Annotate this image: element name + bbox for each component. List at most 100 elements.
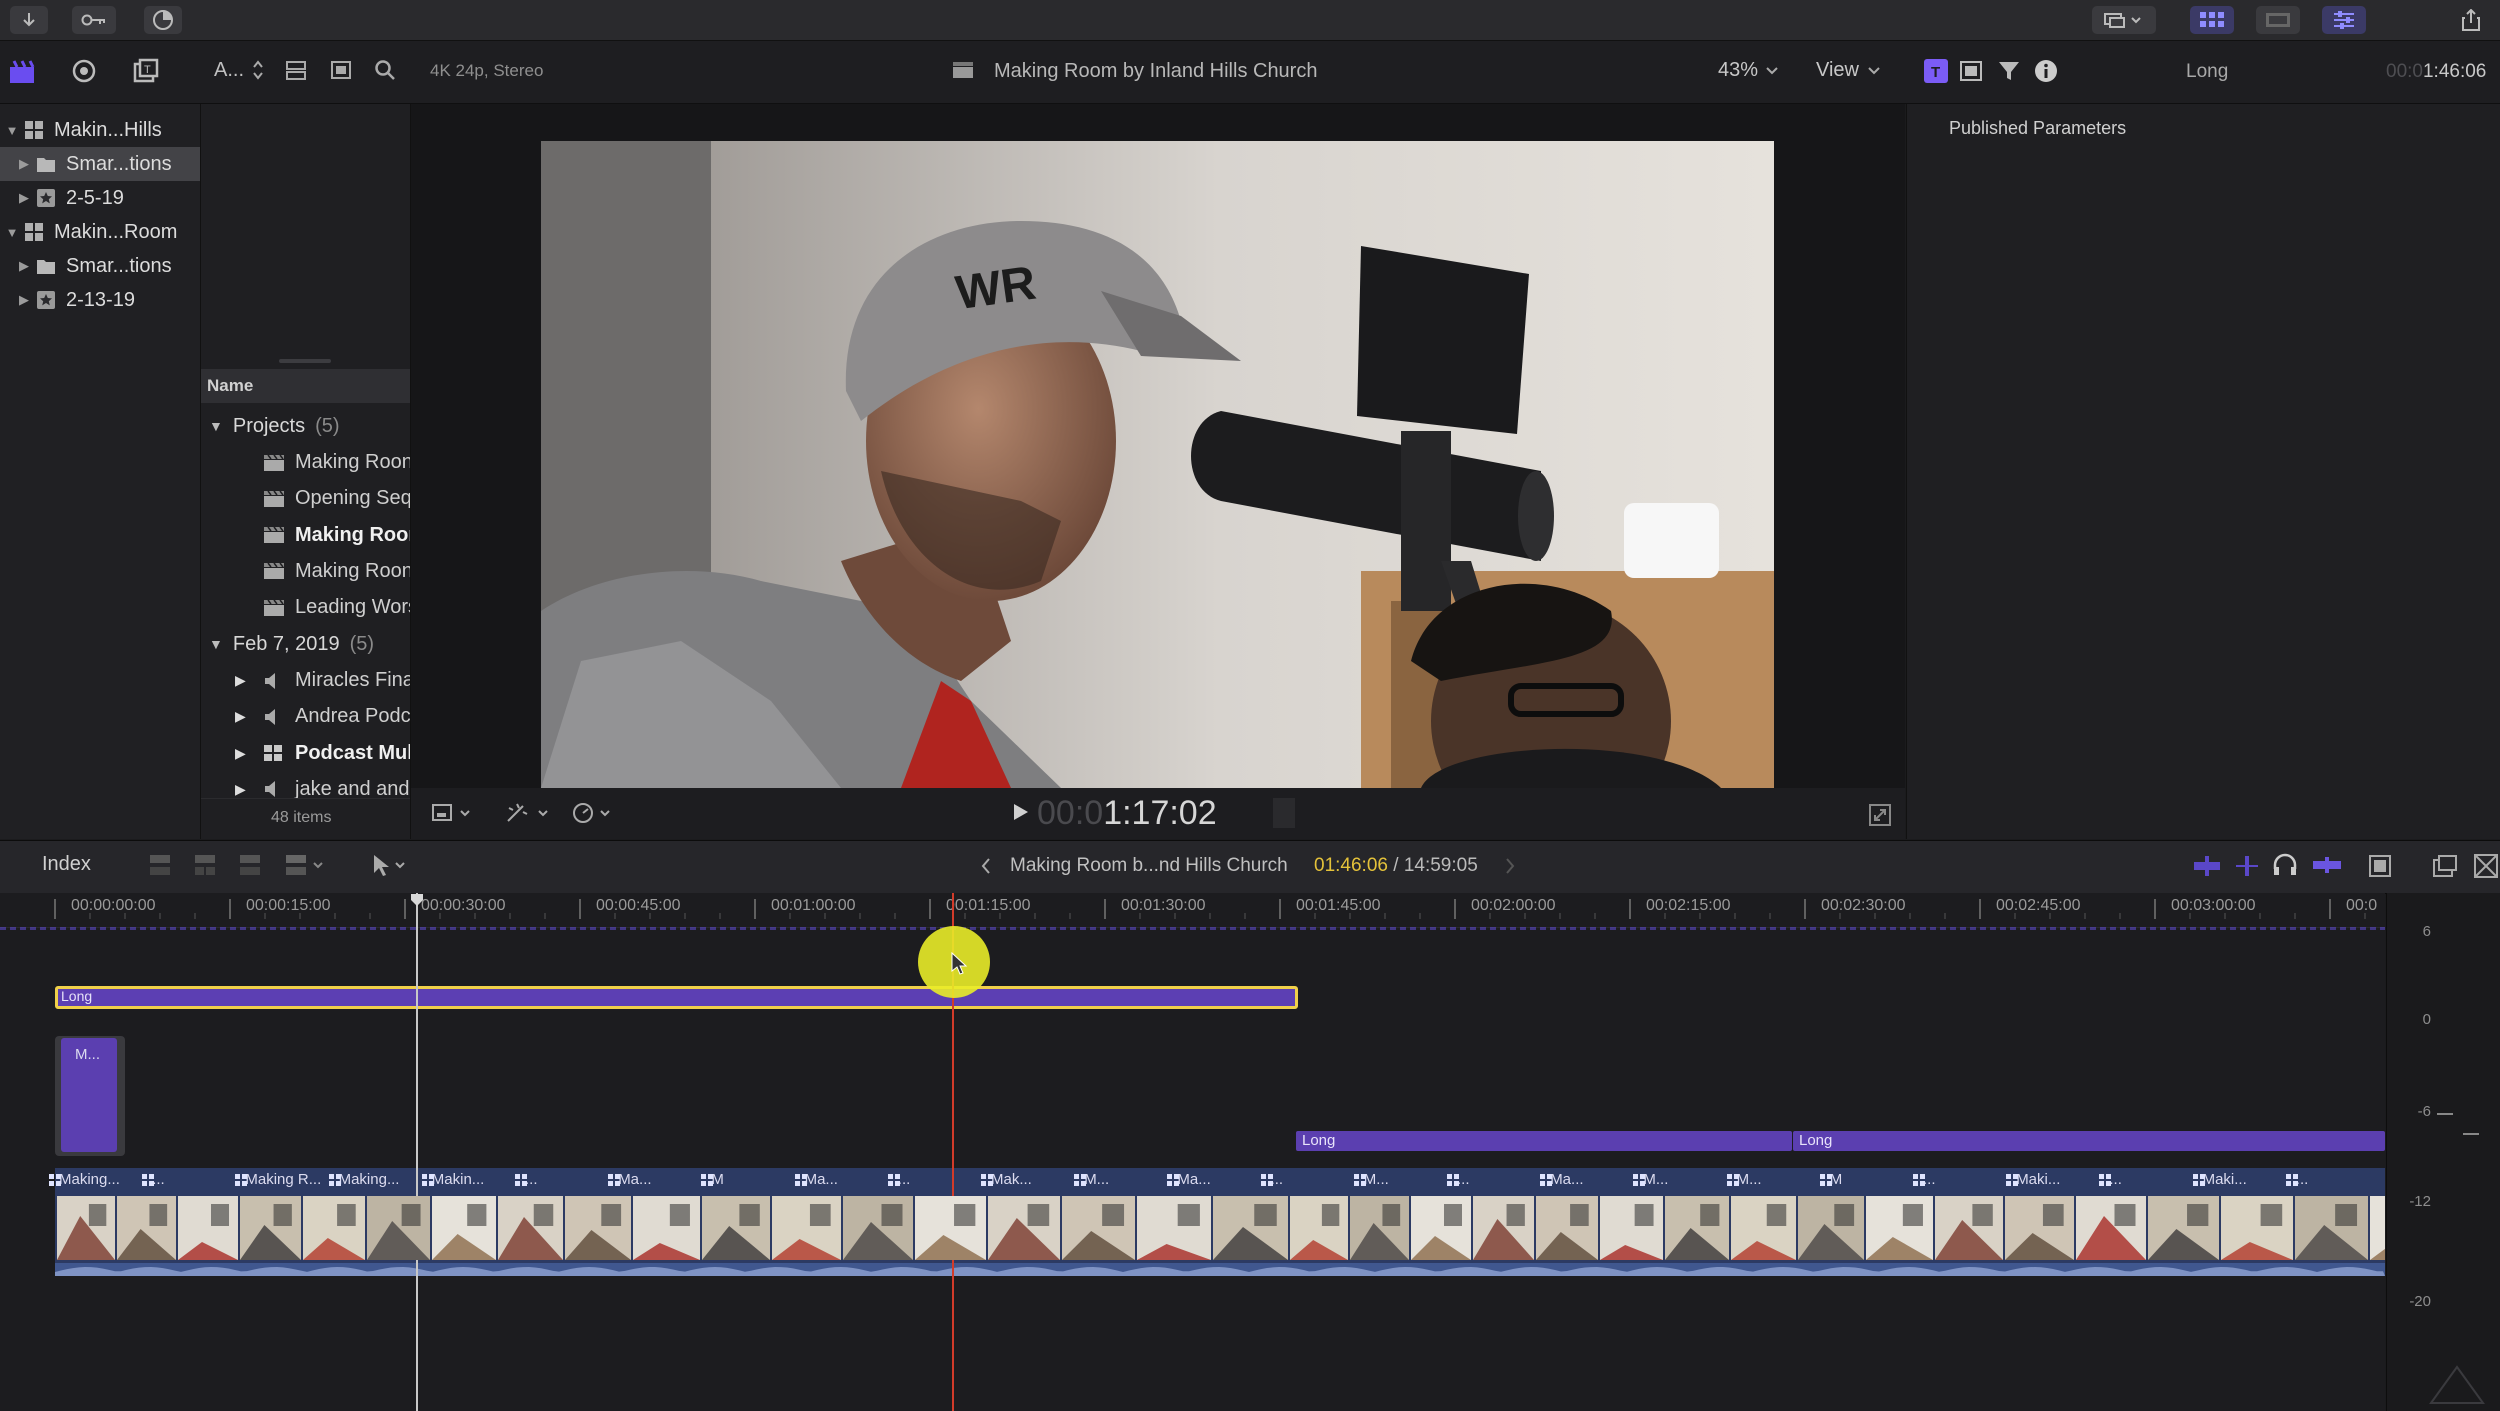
video-inspector-icon[interactable]: [1960, 60, 1982, 82]
browser-item[interactable]: Making Roon: [201, 553, 410, 589]
ruler-timecode: 00:01:15:00: [946, 897, 1031, 914]
overwrite-clip-icon[interactable]: [284, 853, 328, 879]
filmstrip-icon[interactable]: [2256, 6, 2300, 34]
info-icon[interactable]: [2034, 59, 2058, 83]
browser-footer: 48 items: [201, 798, 410, 839]
multicam-clip-icon: [515, 1174, 527, 1186]
search-icon[interactable]: [374, 59, 396, 81]
browser-item[interactable]: Making Roon: [201, 517, 410, 553]
library-item[interactable]: ▶ Smar...tions: [0, 147, 200, 181]
libraries-icon[interactable]: [8, 59, 36, 85]
speed-icon[interactable]: [571, 801, 617, 825]
library-item[interactable]: ▶ 2-5-19: [0, 181, 200, 215]
list-view-icon[interactable]: [285, 59, 307, 81]
timecode-value: 1:17:02: [1103, 794, 1217, 832]
clip-thumbnail: [240, 1196, 301, 1260]
browser-item[interactable]: Opening Seq: [201, 481, 410, 517]
headphones-icon[interactable]: [2272, 853, 2298, 877]
effects-browser-icon[interactable]: [2432, 854, 2458, 878]
library-item[interactable]: ▶ Smar...tions: [0, 249, 200, 283]
zoom-chevron-icon[interactable]: [1766, 67, 1778, 75]
connect-clip-icon[interactable]: [148, 853, 172, 879]
disclosure-open-icon[interactable]: ▼: [4, 123, 20, 138]
disclosure-closed-icon[interactable]: ▶: [16, 156, 32, 172]
timeline-ruler[interactable]: 00:00:00:00 00:00:15:00 00:00:30:00 00:00:4…: [0, 893, 2385, 928]
text-inspector-icon[interactable]: T: [1924, 59, 1948, 83]
transform-icon[interactable]: [431, 802, 475, 824]
fullscreen-icon[interactable]: [1869, 804, 1891, 826]
browser-item-label: Miracles Fina: [295, 669, 410, 691]
titles-icon[interactable]: T: [132, 58, 160, 84]
append-clip-icon[interactable]: [238, 853, 262, 879]
sliders-icon[interactable]: [2322, 6, 2366, 34]
multicam-clip-icon: [1726, 1174, 1739, 1186]
ruler-timecode: 00:02:30:00: [1821, 897, 1906, 914]
timeline[interactable]: 00:00:00:00 00:00:15:00 00:00:30:00 00:00:4…: [0, 893, 2385, 1411]
name-column-label: Name: [207, 376, 254, 395]
back-chevron-icon[interactable]: [980, 857, 992, 875]
select-tool-icon[interactable]: [370, 853, 410, 877]
browser-item[interactable]: ▶ Andrea Podc: [201, 699, 410, 735]
view-chevron-icon[interactable]: [1868, 67, 1880, 75]
title-clip[interactable]: Long: [1793, 1131, 2385, 1151]
ruler-timecode: 00:01:30:00: [1121, 897, 1206, 914]
disclosure-closed-icon[interactable]: ▶: [235, 672, 246, 689]
disclosure-open-icon[interactable]: ▼: [209, 418, 223, 434]
clip-thumbnail: [303, 1196, 365, 1260]
import-icon[interactable]: [10, 6, 48, 34]
forward-chevron-icon[interactable]: [1504, 857, 1516, 875]
video-frame[interactable]: WR: [541, 141, 1774, 788]
clip-appearance-timeline-icon[interactable]: [2368, 854, 2392, 878]
browser-item[interactable]: ▶ Miracles Fina: [201, 663, 410, 699]
ruler-timecode: 00:02:00:00: [1471, 897, 1556, 914]
index-button[interactable]: Index: [34, 847, 99, 882]
browser-item[interactable]: ▶ Podcast Mult: [201, 735, 410, 771]
disclosure-closed-icon[interactable]: ▶: [16, 292, 32, 308]
audio-skimming-icon[interactable]: [2234, 855, 2260, 877]
connected-clip[interactable]: M...: [55, 1036, 125, 1156]
disclosure-closed-icon[interactable]: ▶: [235, 781, 246, 798]
library-item[interactable]: ▼ Makin...Room: [0, 215, 200, 249]
grid-icon[interactable]: [2190, 6, 2234, 34]
library-item[interactable]: ▼ Makin...Hills: [0, 113, 200, 147]
filter-inspector-icon[interactable]: [1998, 61, 2020, 81]
insert-clip-icon[interactable]: [193, 853, 217, 879]
snapping-icon[interactable]: [2312, 857, 2342, 873]
library-item[interactable]: ▶ 2-13-19: [0, 283, 200, 317]
browser-item-label: Podcast Mult: [295, 741, 410, 764]
browser-group[interactable]: ▼ Projects (5): [201, 408, 410, 444]
clip-thumbnail: [1798, 1196, 1864, 1260]
transitions-icon[interactable]: [2474, 854, 2498, 878]
ruler-timecode: 00:00:15:00: [246, 897, 331, 914]
progress-icon[interactable]: [144, 6, 182, 34]
disclosure-closed-icon[interactable]: ▶: [235, 708, 246, 725]
disclosure-open-icon[interactable]: ▼: [4, 225, 20, 240]
browser-item[interactable]: Leading Wors: [201, 590, 410, 626]
clip-thumbnail: [1665, 1196, 1729, 1260]
view-menu[interactable]: View: [1816, 59, 1859, 82]
disclosure-closed-icon[interactable]: ▶: [16, 190, 32, 206]
clip-appearance-icon[interactable]: [330, 59, 352, 81]
clip-thumbnail: [565, 1196, 631, 1260]
browser-group[interactable]: ▼ Feb 7, 2019 (5): [201, 626, 410, 662]
title-clip[interactable]: Long: [1296, 1131, 1792, 1151]
inspector: Published Parameters: [1906, 104, 2500, 839]
display-icon[interactable]: [2092, 6, 2156, 34]
share-icon[interactable]: [2452, 6, 2490, 34]
sort-menu[interactable]: A...: [214, 59, 244, 82]
zoom-level[interactable]: 43%: [1718, 59, 1758, 82]
enhance-icon[interactable]: [505, 801, 553, 825]
skimming-icon[interactable]: [2192, 855, 2222, 877]
storyline-bar[interactable]: Long: [55, 986, 1298, 1009]
photos-icon[interactable]: [70, 58, 98, 84]
disclosure-open-icon[interactable]: ▼: [209, 636, 223, 652]
name-column-header[interactable]: Name: [201, 369, 410, 403]
play-icon[interactable]: [1013, 803, 1029, 821]
disclosure-closed-icon[interactable]: ▶: [235, 745, 246, 762]
clip-thumbnail: [1411, 1196, 1471, 1260]
key-icon[interactable]: [72, 6, 116, 34]
disclosure-closed-icon[interactable]: ▶: [16, 258, 32, 274]
browser-item[interactable]: Making Roon: [201, 445, 410, 481]
resize-handle[interactable]: [279, 359, 331, 363]
sort-stepper-icon[interactable]: [252, 59, 264, 81]
